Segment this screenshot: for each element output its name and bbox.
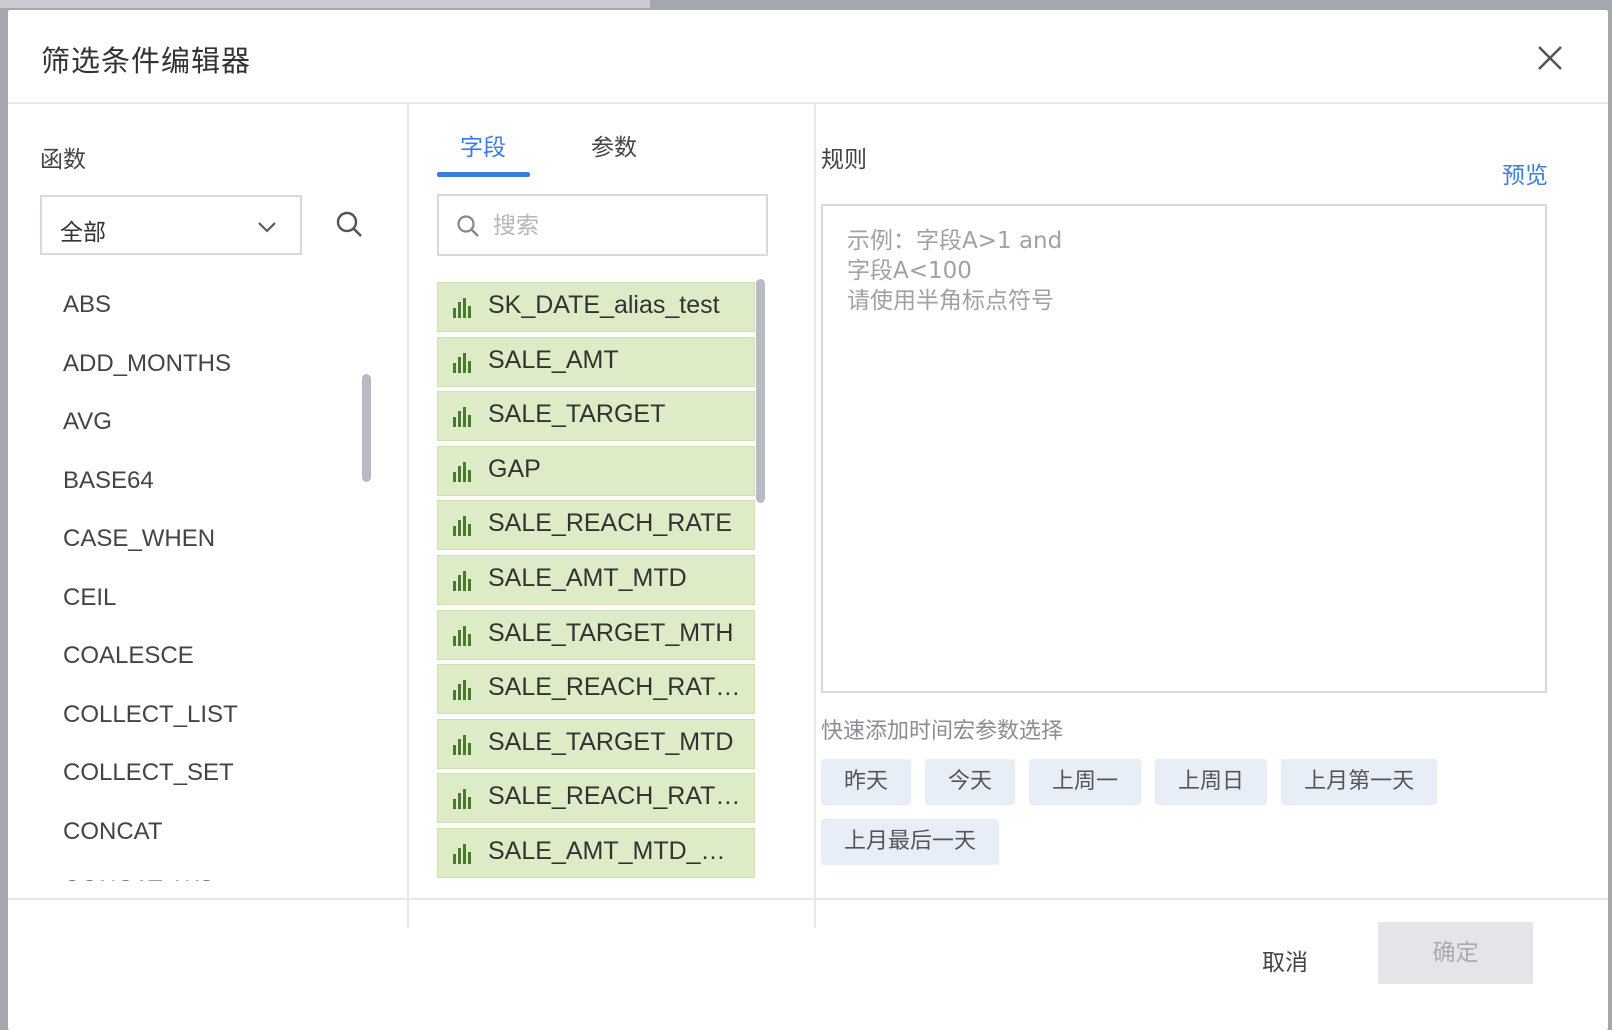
field-item[interactable]: SALE_REACH_RAT… (437, 773, 755, 824)
close-icon[interactable] (1530, 38, 1570, 78)
function-item[interactable]: CASE_WHEN (8, 510, 407, 569)
field-item[interactable]: SALE_AMT_MTD_… (437, 827, 755, 878)
bar-chart-icon (453, 625, 471, 646)
bar-chart-icon (453, 680, 471, 701)
function-list-scrollbar[interactable] (362, 374, 371, 482)
macro-label: 快速添加时间宏参数选择 (821, 719, 1064, 744)
macro-tag-last-sunday[interactable]: 上周日 (1155, 759, 1268, 805)
macro-tag-last-monday[interactable]: 上周一 (1029, 759, 1142, 805)
search-icon[interactable] (334, 209, 364, 239)
macro-tags: 昨天 今天 上周一 上周日 上月第一天上月最后一天 (821, 759, 1521, 879)
field-name: SALE_TARGET (488, 400, 666, 429)
bar-chart-icon (453, 407, 471, 428)
active-tab-indicator (437, 172, 530, 177)
bar-chart-icon (453, 843, 471, 864)
bar-chart-icon (453, 298, 471, 318)
rule-panel: 规则 预览 快速添加时间宏参数选择 昨天今天上周一上周日上月第一天上月最后一天 (816, 104, 1608, 928)
chevron-down-icon (258, 222, 276, 233)
macro-tag-yesterday[interactable]: 昨天 (821, 759, 912, 805)
bar-chart-icon (453, 734, 471, 755)
filter-editor-dialog: 筛选条件编辑器 函数 全部 ABS ADD_MONTHS AVG BASE64 … (8, 10, 1608, 1030)
field-item[interactable]: GAP (437, 445, 755, 496)
field-item[interactable]: SALE_TARGET (437, 391, 755, 442)
macro-tag-last-month-last-day[interactable]: 上月最后一天 (821, 819, 1000, 865)
background-panel (0, 0, 650, 8)
search-icon (457, 215, 479, 237)
function-item[interactable]: AVG (8, 393, 407, 452)
bar-chart-icon (453, 352, 471, 373)
function-item[interactable]: ADD_MONTHS (8, 335, 407, 394)
field-list: SK_DATE_alias_test SALE_AMT SALE_TARGET … (437, 282, 755, 887)
function-item[interactable]: CONCAT (8, 803, 407, 862)
field-name: SALE_AMT (488, 345, 619, 374)
function-item[interactable]: COALESCE (8, 627, 407, 686)
field-item[interactable]: SALE_AMT_MTD (437, 554, 755, 605)
bar-chart-icon (453, 461, 471, 482)
rule-editor[interactable] (821, 204, 1547, 693)
field-name: GAP (488, 454, 541, 483)
macro-tag-today[interactable]: 今天 (925, 759, 1016, 805)
dialog-title: 筛选条件编辑器 (41, 44, 252, 78)
rule-label: 规则 (821, 147, 867, 173)
bar-chart-icon (453, 570, 471, 591)
functions-panel: 函数 全部 ABS ADD_MONTHS AVG BASE64 CASE_WHE… (8, 104, 409, 928)
bar-chart-icon (453, 789, 471, 810)
field-name: SALE_REACH_RAT… (488, 782, 741, 811)
function-item[interactable]: ABS (8, 276, 407, 335)
field-search-input[interactable] (491, 206, 755, 246)
functions-label: 函数 (40, 147, 86, 173)
macro-tag-last-month-first-day[interactable]: 上月第一天 (1281, 759, 1438, 805)
dialog-footer: 取消 确定 (8, 898, 1608, 1030)
field-item[interactable]: SALE_REACH_RAT… (437, 664, 755, 715)
function-category-select[interactable]: 全部 (40, 195, 302, 255)
field-item[interactable]: SALE_REACH_RATE (437, 500, 755, 551)
function-item[interactable]: COLLECT_LIST (8, 686, 407, 745)
field-item[interactable]: SK_DATE_alias_test (437, 282, 755, 332)
function-category-value: 全部 (60, 220, 106, 246)
field-name: SK_DATE_alias_test (488, 291, 720, 319)
function-item[interactable]: CONCAT_WS (8, 861, 407, 881)
field-item[interactable]: SALE_AMT (437, 336, 755, 387)
bar-chart-icon (453, 516, 471, 537)
function-item[interactable]: BASE64 (8, 452, 407, 511)
field-list-scrollbar[interactable] (756, 279, 765, 503)
function-list: ABS ADD_MONTHS AVG BASE64 CASE_WHEN CEIL… (8, 276, 407, 881)
field-search-box (437, 194, 768, 256)
field-name: SALE_REACH_RATE (488, 509, 733, 538)
function-item[interactable]: COLLECT_SET (8, 744, 407, 803)
function-item[interactable]: CEIL (8, 569, 407, 628)
dialog-header: 筛选条件编辑器 (8, 10, 1608, 104)
field-name: SALE_REACH_RAT… (488, 673, 741, 702)
field-name: SALE_AMT_MTD (488, 563, 687, 592)
preview-link[interactable]: 预览 (1502, 156, 1548, 190)
field-item[interactable]: SALE_TARGET_MTH (437, 609, 755, 660)
fields-panel: 字段 参数 SK_DATE_alias_test SALE_AMT SALE_T… (409, 104, 816, 928)
field-name: SALE_AMT_MTD_… (488, 836, 726, 865)
tab-fields[interactable]: 字段 (460, 128, 506, 162)
confirm-button[interactable]: 确定 (1378, 922, 1533, 984)
field-item[interactable]: SALE_TARGET_MTD (437, 718, 755, 769)
field-name: SALE_TARGET_MTH (488, 618, 734, 647)
cancel-button[interactable]: 取消 (1258, 935, 1312, 985)
field-name: SALE_TARGET_MTD (488, 727, 734, 756)
tab-parameters[interactable]: 参数 (591, 128, 637, 162)
